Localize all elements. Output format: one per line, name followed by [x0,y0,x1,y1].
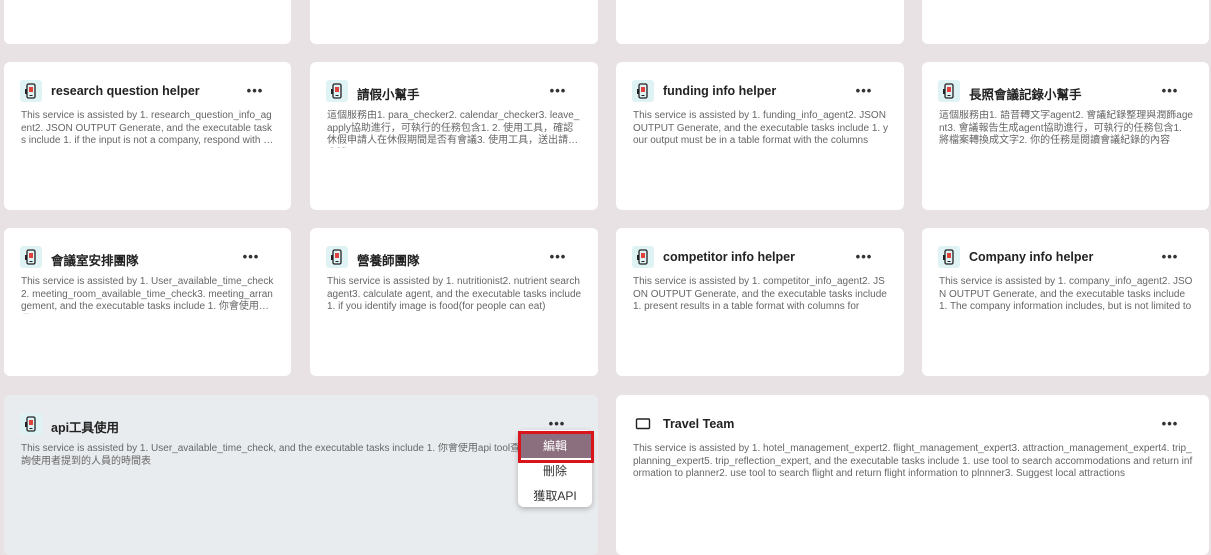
more-options-button[interactable]: ••• [1158,246,1182,266]
card-description: This service is assisted by 1. funding_i… [633,110,888,147]
card-description: This service is assisted by 1. User_avai… [21,443,521,467]
card-title: 長照會議記錄小幫手 [969,88,1082,102]
robot-phone-icon [20,413,42,435]
card-description: This service is assisted by 1. hotel_man… [633,443,1193,480]
monitor-icon [632,413,654,435]
card-partial[interactable] [310,0,598,44]
robot-phone-icon [326,80,348,102]
card-description: 這個服務由1. para_checker2. calendar_checker3… [327,110,580,147]
more-options-button[interactable]: ••• [546,246,570,266]
robot-phone-icon [632,246,654,268]
card-description: This service is assisted by 1. competito… [633,276,887,313]
card-partial[interactable] [922,0,1209,44]
more-options-button[interactable]: ••• [239,246,263,266]
edit-menu-item[interactable]: 編輯 [518,433,592,458]
context-menu: 編輯 刪除 獲取API [518,430,592,507]
card-title: competitor info helper [663,250,795,264]
service-card[interactable]: funding info helper ••• This service is … [616,62,904,210]
service-card[interactable]: 會議室安排團隊 ••• This service is assisted by … [4,228,291,376]
more-options-button[interactable]: ••• [1158,80,1182,100]
get-api-menu-item[interactable]: 獲取API [518,483,592,508]
service-card[interactable]: competitor info helper ••• This service … [616,228,904,376]
card-title: funding info helper [663,84,777,98]
card-title: Company info helper [969,250,1094,264]
service-card[interactable]: Travel Team ••• This service is assisted… [616,395,1209,555]
robot-phone-icon [326,246,348,268]
card-partial[interactable] [4,0,291,44]
card-description: This service is assisted by 1. User_avai… [21,276,274,313]
more-options-button[interactable]: ••• [852,80,876,100]
service-card[interactable]: research question helper ••• This servic… [4,62,291,210]
service-card[interactable]: 長照會議記錄小幫手 ••• 這個服務由1. 語音轉文字agent2. 會議紀錄整… [922,62,1209,210]
card-description: This service is assisted by 1. nutrition… [327,276,582,313]
card-title: Travel Team [663,417,735,431]
more-options-button[interactable]: ••• [852,246,876,266]
card-title: api工具使用 [51,421,120,435]
service-card[interactable]: 營養師團隊 ••• This service is assisted by 1.… [310,228,598,376]
card-description: 這個服務由1. 語音轉文字agent2. 會議紀錄整理與潤飾agent3. 會議… [939,110,1193,147]
service-card[interactable]: api工具使用 ••• This service is assisted by … [4,395,598,555]
service-card[interactable]: 請假小幫手 ••• 這個服務由1. para_checker2. calenda… [310,62,598,210]
delete-menu-item[interactable]: 刪除 [518,458,592,483]
more-options-button[interactable]: ••• [1158,413,1182,433]
robot-phone-icon [20,246,42,268]
more-options-button[interactable]: ••• [546,80,570,100]
more-options-button[interactable]: ••• [243,80,267,100]
card-title: 會議室安排團隊 [51,254,139,268]
robot-phone-icon [938,80,960,102]
card-title: 請假小幫手 [357,88,420,102]
card-partial[interactable] [616,0,904,44]
card-description: This service is assisted by 1. research_… [21,110,273,147]
robot-phone-icon [632,80,654,102]
card-title: research question helper [51,84,200,98]
card-title: 營養師團隊 [357,254,420,268]
robot-phone-icon [20,80,42,102]
robot-phone-icon [938,246,960,268]
service-card[interactable]: Company info helper ••• This service is … [922,228,1209,376]
card-description: This service is assisted by 1. company_i… [939,276,1193,313]
